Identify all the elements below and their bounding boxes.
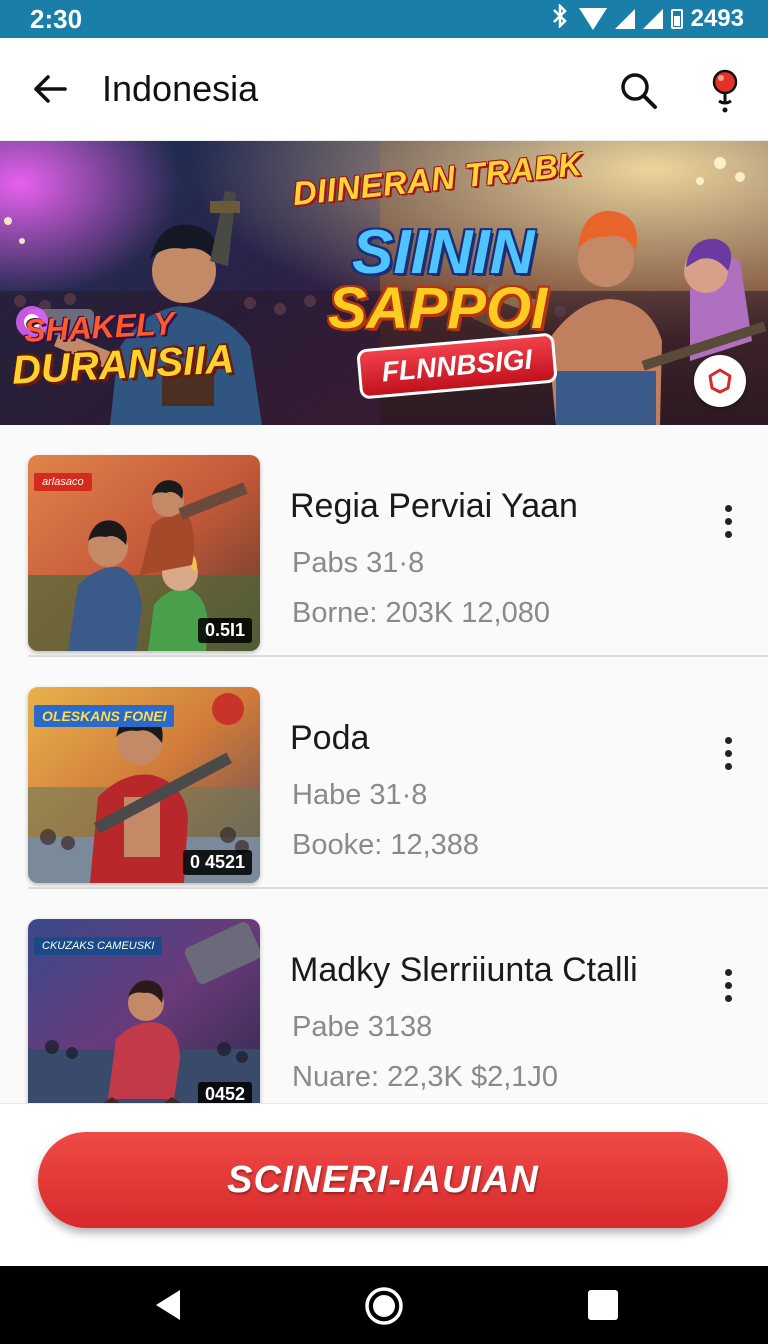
more-vertical-icon[interactable] bbox=[708, 955, 748, 1015]
back-button[interactable] bbox=[24, 64, 74, 114]
list-item[interactable]: CKUZAKS CAMEUSKI 0452 Madky Slerriiunta … bbox=[0, 889, 768, 1103]
signal-icon bbox=[642, 9, 663, 29]
bluetooth-icon bbox=[549, 2, 571, 35]
status-icons: 2493 bbox=[549, 2, 744, 35]
list-item[interactable]: OLESKANS FONEI 0 4521 Poda Habe 31·8 Boo… bbox=[0, 657, 768, 889]
thumbnail-badge: 0.5I1 bbox=[197, 618, 252, 643]
item-thumbnail[interactable]: OLESKANS FONEI 0 4521 bbox=[28, 687, 260, 883]
battery-text: 2493 bbox=[690, 5, 744, 32]
item-title: Regia Perviai Yaan bbox=[290, 487, 578, 525]
app-bar: Indonesia bbox=[0, 38, 768, 141]
item-meta-2: Booke: 12,388 bbox=[292, 829, 480, 861]
item-meta-2: Borne: 203K 12,080 bbox=[292, 597, 550, 629]
banner-fab-button[interactable] bbox=[694, 355, 746, 407]
item-title: Poda bbox=[290, 719, 370, 757]
item-meta-1: Habe 31·8 bbox=[292, 779, 428, 811]
item-meta-1: Pabs 31·8 bbox=[292, 547, 425, 579]
item-meta-2: Nuare: 22,3K $2,1Ј0 bbox=[292, 1061, 559, 1093]
item-thumbnail[interactable]: CKUZAKS CAMEUSKI 0452 bbox=[28, 919, 260, 1103]
thumbnail-badge: 0 4521 bbox=[182, 850, 252, 875]
battery-icon bbox=[670, 9, 683, 29]
wifi-icon bbox=[578, 8, 607, 30]
item-meta-1: Pabe 3138 bbox=[292, 1011, 433, 1043]
thumbnail-tag: OLESKANS FONEI bbox=[34, 705, 175, 727]
nav-home-icon[interactable] bbox=[364, 1286, 404, 1326]
search-button[interactable] bbox=[612, 64, 666, 118]
nav-recents-icon[interactable] bbox=[588, 1290, 618, 1320]
cta-label: SCINERI-IAUIAN bbox=[227, 1158, 539, 1201]
shield-icon bbox=[708, 368, 732, 394]
system-nav-bar bbox=[0, 1266, 768, 1344]
app-screen: 2:30 2493 Indonesia DIINERAN TRABK SIINI… bbox=[0, 0, 768, 1344]
item-title: Madky Slerriiunta Ctalli bbox=[290, 951, 638, 989]
list-item[interactable]: arlasaco 0.5I1 Regia Perviai Yaan Pabs 3… bbox=[0, 425, 768, 657]
banner-headline-bottom: SAPPOI bbox=[328, 276, 548, 341]
more-vertical-icon[interactable] bbox=[708, 723, 748, 783]
arrow-left-icon bbox=[34, 75, 67, 103]
thumbnail-tag: CKUZAKS CAMEUSKI bbox=[34, 937, 163, 955]
bottom-action-area: SCINERI-IAUIAN bbox=[0, 1103, 768, 1266]
page-title: Indonesia bbox=[102, 68, 259, 109]
status-time: 2:30 bbox=[30, 3, 83, 34]
primary-cta-button[interactable]: SCINERI-IAUIAN bbox=[38, 1132, 728, 1228]
search-icon bbox=[621, 73, 657, 109]
thumbnail-badge: 0452 bbox=[197, 1082, 252, 1103]
promo-banner[interactable]: DIINERAN TRABK SIININ SAPPOI FLNNBSIGI S… bbox=[0, 141, 768, 425]
nav-back-icon[interactable] bbox=[152, 1288, 186, 1322]
location-button[interactable] bbox=[700, 62, 750, 120]
thumbnail-tag: arlasaco bbox=[34, 473, 92, 491]
signal-icon bbox=[614, 9, 635, 29]
map-pin-icon bbox=[712, 69, 738, 113]
more-vertical-icon[interactable] bbox=[708, 491, 748, 551]
item-thumbnail[interactable]: arlasaco 0.5I1 bbox=[28, 455, 260, 651]
status-bar: 2:30 2493 bbox=[0, 0, 768, 38]
game-list: arlasaco 0.5I1 Regia Perviai Yaan Pabs 3… bbox=[0, 425, 768, 1103]
